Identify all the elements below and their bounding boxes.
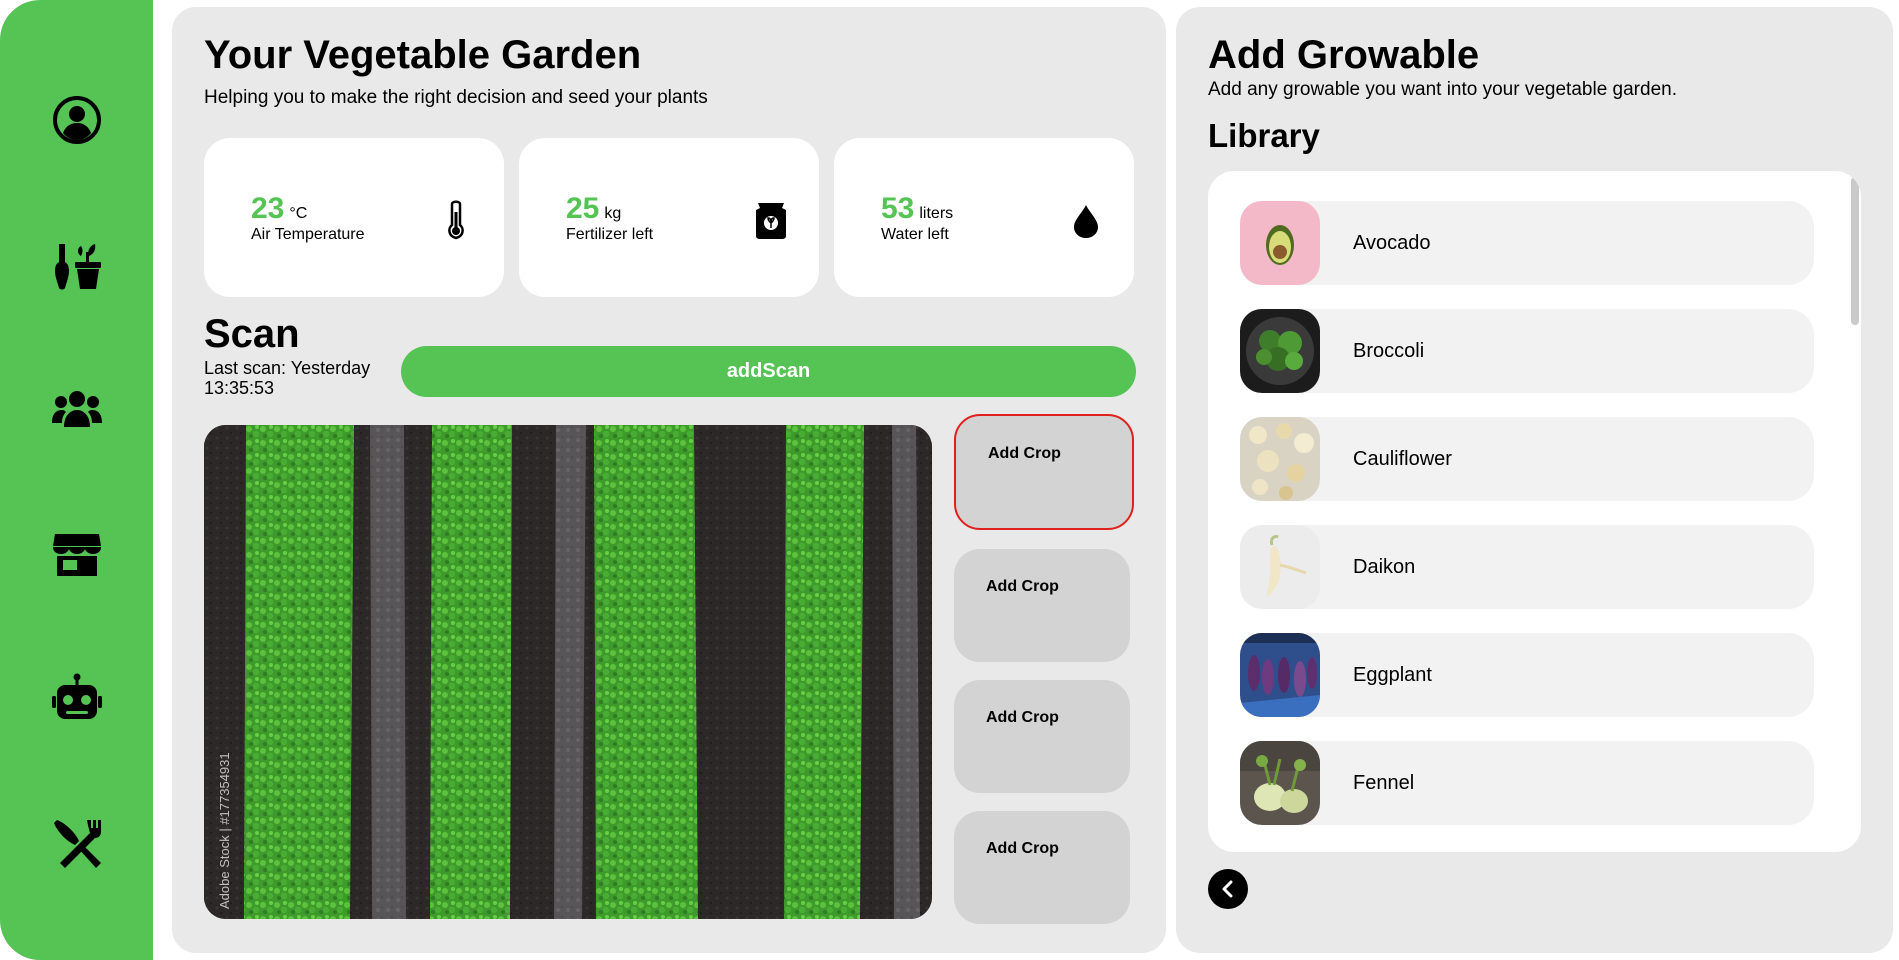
add-crop-slot-2[interactable]: Add Crop [954,549,1130,662]
growable-subtitle: Add any growable you want into your vege… [1208,79,1677,100]
store-icon [52,534,101,576]
library-item-avocado[interactable]: Avocado [1240,201,1814,285]
thermometer-icon [438,200,474,240]
fertilizer-bag-icon [753,200,789,240]
stat-card-temperature: 23 °C Air Temperature [204,138,504,297]
scan-title: Scan [204,312,300,356]
sidebar-item-assistant[interactable] [51,672,103,724]
page-title: Your Vegetable Garden [204,33,642,77]
stat-card-fertilizer: 25 kg Fertilizer left [519,138,819,297]
library-item-daikon[interactable]: Daikon [1240,525,1814,609]
library-item-name: Daikon [1353,556,1416,578]
people-group-icon [51,391,102,427]
sidebar-item-recipes[interactable] [51,817,103,869]
add-crop-label: Add Crop [986,840,1059,857]
utensils-icon [53,820,101,868]
add-crop-label: Add Crop [988,445,1061,462]
cauliflower-thumbnail [1240,417,1320,501]
library-item-fennel[interactable]: Fennel [1240,741,1814,825]
library-scrollbar[interactable] [1851,177,1859,325]
user-circle-icon [52,96,101,144]
stat-unit: kg [604,205,622,222]
crop-rows-image [204,425,932,919]
stat-label: Air Temperature [251,226,365,243]
library-item-name: Fennel [1353,772,1415,794]
image-watermark: Adobe Stock | #177354931 [217,752,232,909]
sidebar-item-community[interactable] [51,383,103,435]
chevron-left-icon [1222,880,1233,898]
library-item-name: Broccoli [1353,340,1425,362]
stat-label: Water left [881,226,949,243]
sidebar-item-garden[interactable] [51,240,103,292]
stat-value: 25 [566,192,600,225]
library-item-name: Cauliflower [1353,448,1452,470]
eggplant-thumbnail [1240,633,1320,717]
add-crop-slot-4[interactable]: Add Crop [954,811,1130,924]
add-scan-button[interactable]: addScan [401,346,1136,397]
garden-tools-icon [54,244,101,290]
growable-title: Add Growable [1208,33,1480,77]
sidebar [0,0,153,960]
add-crop-slot-3[interactable]: Add Crop [954,680,1130,793]
sidebar-item-profile[interactable] [51,94,103,146]
garden-panel: Your Vegetable Garden Helping you to mak… [172,7,1166,953]
add-crop-slot-1[interactable]: Add Crop [954,414,1134,530]
library-item-eggplant[interactable]: Eggplant [1240,633,1814,717]
stat-unit: °C [289,205,308,222]
library-item-name: Avocado [1353,232,1431,254]
library-item-broccoli[interactable]: Broccoli [1240,309,1814,393]
avocado-thumbnail [1240,201,1320,285]
stat-value: 53 [881,192,915,225]
library-item-cauliflower[interactable]: Cauliflower [1240,417,1814,501]
water-drop-icon [1068,200,1104,240]
field-scan-image: Adobe Stock | #177354931 [204,425,932,919]
broccoli-thumbnail [1240,309,1320,393]
stat-label: Fertilizer left [566,226,654,243]
last-scan-text: Last scan: Yesterday 13:35:53 [204,358,371,398]
add-crop-label: Add Crop [986,709,1059,726]
growable-panel: Add Growable Add any growable you want i… [1176,7,1893,953]
add-crop-label: Add Crop [986,578,1059,595]
fennel-thumbnail [1240,741,1320,825]
stat-unit: liters [919,205,954,222]
stat-card-water: 53 liters Water left [834,138,1134,297]
back-button[interactable] [1208,869,1248,909]
daikon-thumbnail [1240,525,1320,609]
library-list: Avocado Broccoli Cauliflower Daikon Eggp… [1208,171,1861,852]
sidebar-item-store[interactable] [51,528,103,580]
page-subtitle: Helping you to make the right decision a… [204,87,708,108]
library-title: Library [1208,117,1320,154]
library-item-name: Eggplant [1353,664,1432,686]
stat-value: 23 [251,192,285,225]
robot-icon [51,673,102,719]
